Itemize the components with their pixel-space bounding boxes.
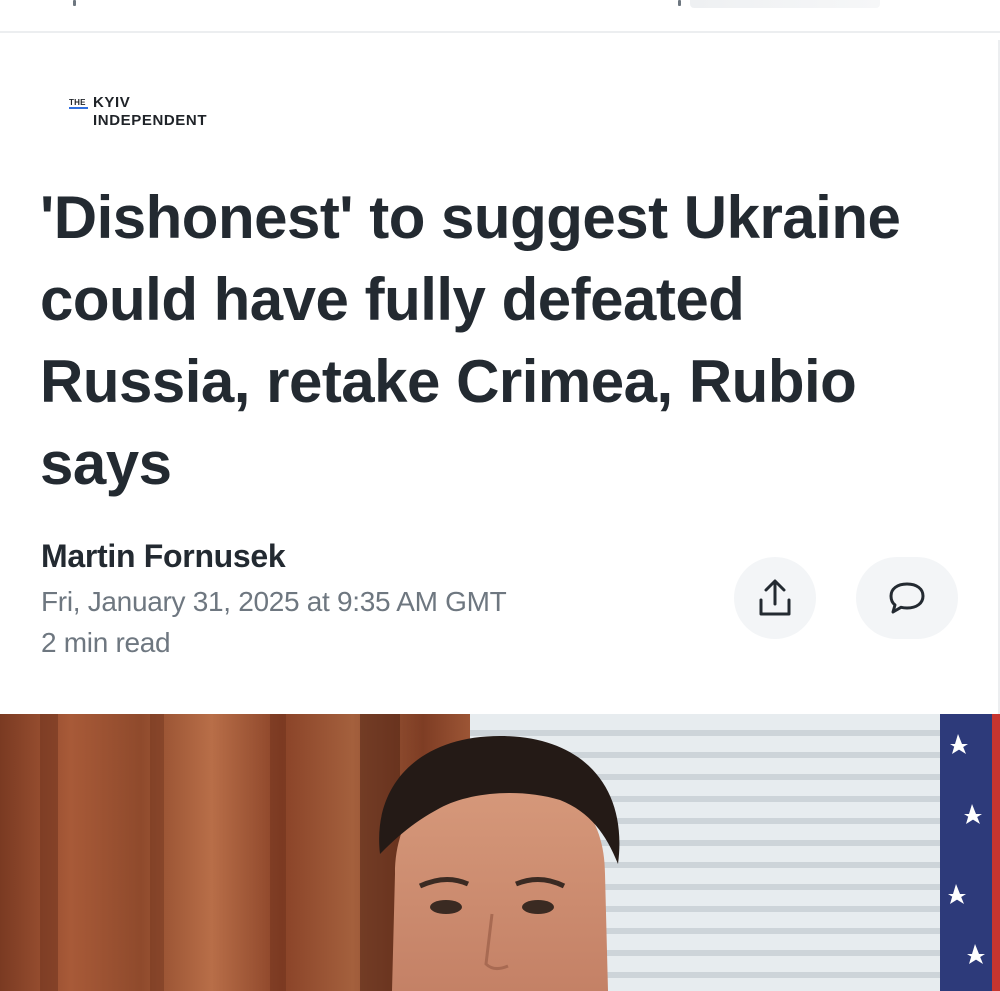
article-headline: 'Dishonest' to suggest Ukraine could hav… [40, 184, 901, 497]
publish-date: Fri, January 31, 2025 at 9:35 AM GMT [41, 586, 507, 617]
article-photo-image [0, 714, 1000, 991]
top-bar-mark [678, 0, 681, 6]
share-icon [759, 579, 791, 616]
top-bar-mark [73, 0, 76, 6]
article-photo[interactable] [0, 714, 1000, 991]
author-name[interactable]: Martin Fornusek [41, 538, 286, 575]
logo-independent-text: INDEPENDENT [93, 112, 208, 129]
share-button[interactable] [734, 557, 816, 639]
read-time: 2 min read [41, 627, 171, 658]
logo-accent-line [69, 107, 88, 109]
top-bar-element [690, 0, 880, 8]
logo-kyiv-text: KYIV [93, 94, 131, 111]
top-bar [0, 0, 1000, 33]
comment-button[interactable] [856, 557, 958, 639]
logo-the-text: THE [69, 98, 86, 107]
comment-icon [889, 582, 925, 614]
